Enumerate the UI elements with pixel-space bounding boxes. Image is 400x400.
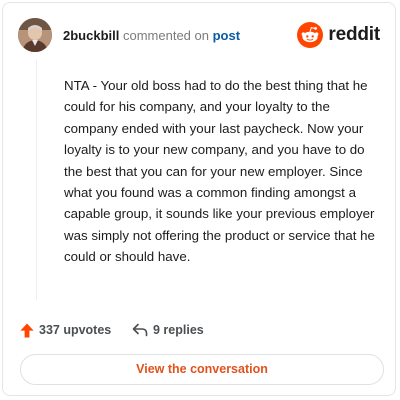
- comment-header: 2buckbill commented on post reddit: [18, 18, 380, 52]
- reply-count: 9 replies: [153, 323, 204, 337]
- upvote-count: 337 upvotes: [39, 323, 112, 337]
- upvote-arrow-icon: [20, 323, 34, 337]
- thread-line: [36, 60, 37, 300]
- upvote-button[interactable]: 337 upvotes: [20, 321, 111, 339]
- reply-arrow-icon: [132, 323, 148, 337]
- comment-meta: 2buckbill commented on post: [63, 28, 240, 43]
- replies-button[interactable]: 9 replies: [132, 321, 204, 339]
- username-link[interactable]: 2buckbill: [63, 28, 119, 43]
- comment-body: NTA - Your old boss had to do the best t…: [64, 78, 375, 265]
- reddit-logo[interactable]: reddit: [297, 22, 380, 48]
- comment-embed-card: 2buckbill commented on post reddit NTA -…: [2, 2, 396, 396]
- post-link[interactable]: post: [213, 28, 240, 43]
- comment-actions: 337 upvotes 9 replies: [20, 321, 378, 339]
- action-text: commented on: [122, 28, 209, 43]
- reddit-wordmark: reddit: [328, 24, 380, 45]
- avatar-image: [18, 18, 52, 52]
- reddit-snoo-icon: [297, 22, 324, 48]
- view-conversation-button[interactable]: View the conversation: [20, 354, 384, 385]
- avatar[interactable]: [18, 18, 52, 52]
